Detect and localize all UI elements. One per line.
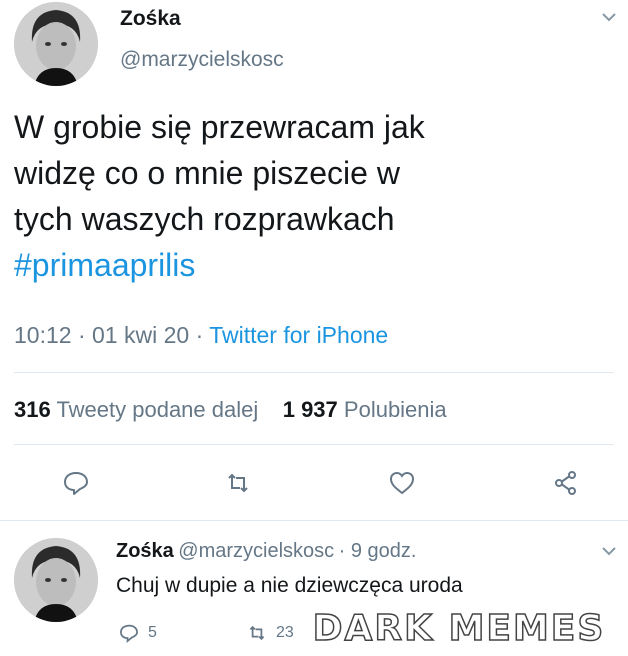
tweet-source-link[interactable]: Twitter for iPhone xyxy=(209,322,388,348)
share-icon xyxy=(555,471,576,495)
tweet-text-line-1: W grobie się przewracam jak xyxy=(14,109,425,145)
likes-label: Polubienia xyxy=(343,397,447,422)
comment-icon xyxy=(64,472,88,495)
watermark: DARK MEMES xyxy=(294,604,624,652)
author-name[interactable]: Zośka xyxy=(120,7,181,31)
tweet-date[interactable]: 01 kwi 20 xyxy=(92,322,189,348)
tweet-time[interactable]: 10:12 xyxy=(14,322,72,348)
share-button[interactable] xyxy=(546,463,586,503)
retweets-stat[interactable]: 316 Tweety podane dalej xyxy=(14,397,258,422)
heart-icon xyxy=(389,471,415,495)
reply-text: Chuj w dupie a nie dziewczęca uroda xyxy=(116,574,463,597)
tweet-text-line-2: widzę co o mnie piszecie w xyxy=(14,155,400,191)
chevron-down-icon xyxy=(602,547,616,556)
reply-author-name[interactable]: Zośka xyxy=(116,540,174,562)
meta-separator: · xyxy=(77,322,93,348)
tweet-text-line-3: tych waszych rozprawkach xyxy=(14,201,395,237)
tweet-meta: 10:12 · 01 kwi 20 · Twitter for iPhone xyxy=(14,322,388,349)
divider xyxy=(14,372,614,373)
meta-separator: · xyxy=(195,322,210,348)
divider xyxy=(14,444,614,445)
tweet-stats: 316 Tweety podane dalej 1 937 Polubienia xyxy=(14,397,447,423)
likes-stat[interactable]: 1 937 Polubienia xyxy=(283,397,447,422)
reply-count: 5 xyxy=(148,624,157,641)
like-button[interactable] xyxy=(382,463,422,503)
reply-menu-chevron[interactable] xyxy=(598,540,620,567)
retweet-icon xyxy=(249,625,265,641)
retweets-label: Tweety podane dalej xyxy=(56,397,259,422)
divider xyxy=(0,520,628,521)
tweet-menu-chevron[interactable] xyxy=(598,6,620,33)
reply-author-handle[interactable]: @marzycielskosc xyxy=(178,540,334,562)
reply-retweet-button[interactable]: 23 xyxy=(246,622,294,644)
chevron-down-icon xyxy=(602,13,616,22)
retweets-count: 316 xyxy=(14,397,51,422)
reply-retweet-count: 23 xyxy=(276,624,294,641)
meta-separator: · xyxy=(338,540,351,562)
reply-header: Zośka @marzycielskosc · 9 godz. xyxy=(116,540,416,563)
author-handle[interactable]: @marzycielskosc xyxy=(120,48,284,72)
reply-reply-button[interactable]: 5 xyxy=(118,622,157,644)
retweet-icon xyxy=(228,473,248,493)
reply-avatar[interactable] xyxy=(14,538,98,622)
hashtag-link[interactable]: #primaaprilis xyxy=(14,242,614,288)
likes-count: 1 937 xyxy=(282,397,338,422)
reply-age[interactable]: 9 godz. xyxy=(351,540,417,562)
tweet-text: W grobie się przewracam jak widzę co o m… xyxy=(14,104,614,288)
author-avatar[interactable] xyxy=(14,2,98,86)
comment-icon xyxy=(120,624,138,643)
retweet-button[interactable] xyxy=(218,463,258,503)
reply-button[interactable] xyxy=(56,463,96,503)
